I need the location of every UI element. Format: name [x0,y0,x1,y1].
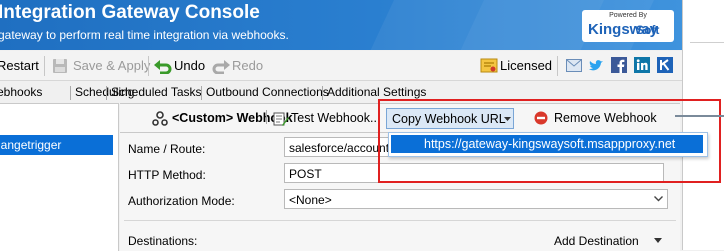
name-route-label: Name / Route: [128,142,206,156]
add-destination-button[interactable]: Add Destination [554,234,639,248]
highlight-box [378,99,721,183]
licensed-button[interactable]: Licensed [500,58,552,73]
license-icon [480,58,498,73]
tab-divider [266,110,267,124]
test-webhook-button[interactable]: Test Webhook... [291,111,380,131]
tab-scheduled-tasks[interactable]: Scheduled Tasks [111,85,202,99]
http-method-label: HTTP Method: [128,168,206,182]
test-webhook-icon [273,112,289,126]
tab-divider [70,86,71,100]
authorization-mode-select[interactable]: <None> [284,189,668,209]
annotation-arrow [675,115,724,117]
list-item[interactable]: hangetrigger [0,135,113,155]
tab-webhooks[interactable]: ebhooks [0,85,42,99]
save-apply-button[interactable]: Save & Apply [73,58,150,73]
divider [690,42,724,43]
toolbar: Restart Save & Apply Undo Redo Licensed [0,51,682,81]
chevron-down-icon [654,196,663,202]
tab-additional-settings[interactable]: Additional Settings [327,85,426,99]
kingswaysoft-logo: Powered By Kingsway Soft [582,10,674,42]
app-header: Integration Gateway Console gateway to p… [0,0,682,50]
webhook-icon [152,111,168,126]
save-icon [53,59,67,73]
chevron-down-icon [654,238,662,243]
tab-divider [201,86,202,100]
linkedin-icon[interactable] [634,57,650,73]
undo-button[interactable]: Undo [174,58,205,73]
tab-divider [106,86,107,100]
divider [124,220,676,221]
facebook-icon[interactable] [611,57,627,73]
redo-button[interactable]: Redo [232,58,263,73]
tab-divider [322,86,323,100]
toolbar-separator [148,56,149,76]
undo-icon [154,60,172,74]
redo-icon [212,60,230,74]
authorization-mode-value: <None> [289,193,332,207]
kingswaysoft-icon[interactable] [657,57,673,73]
restart-button[interactable]: Restart [0,58,39,73]
tab-outbound-connections[interactable]: Outbound Connections [206,85,329,99]
list-item-label: hangetrigger [0,138,62,152]
app-subtitle: gateway to perform real time integration… [0,28,289,42]
email-icon[interactable] [566,59,582,72]
destinations-label: Destinations: [128,234,198,248]
webhook-list: hangetrigger [0,103,119,251]
authorization-mode-label: Authorization Mode: [128,194,235,208]
app-title: Integration Gateway Console [0,2,260,23]
toolbar-separator [557,56,558,76]
toolbar-separator [44,56,45,76]
twitter-icon[interactable] [588,59,604,73]
